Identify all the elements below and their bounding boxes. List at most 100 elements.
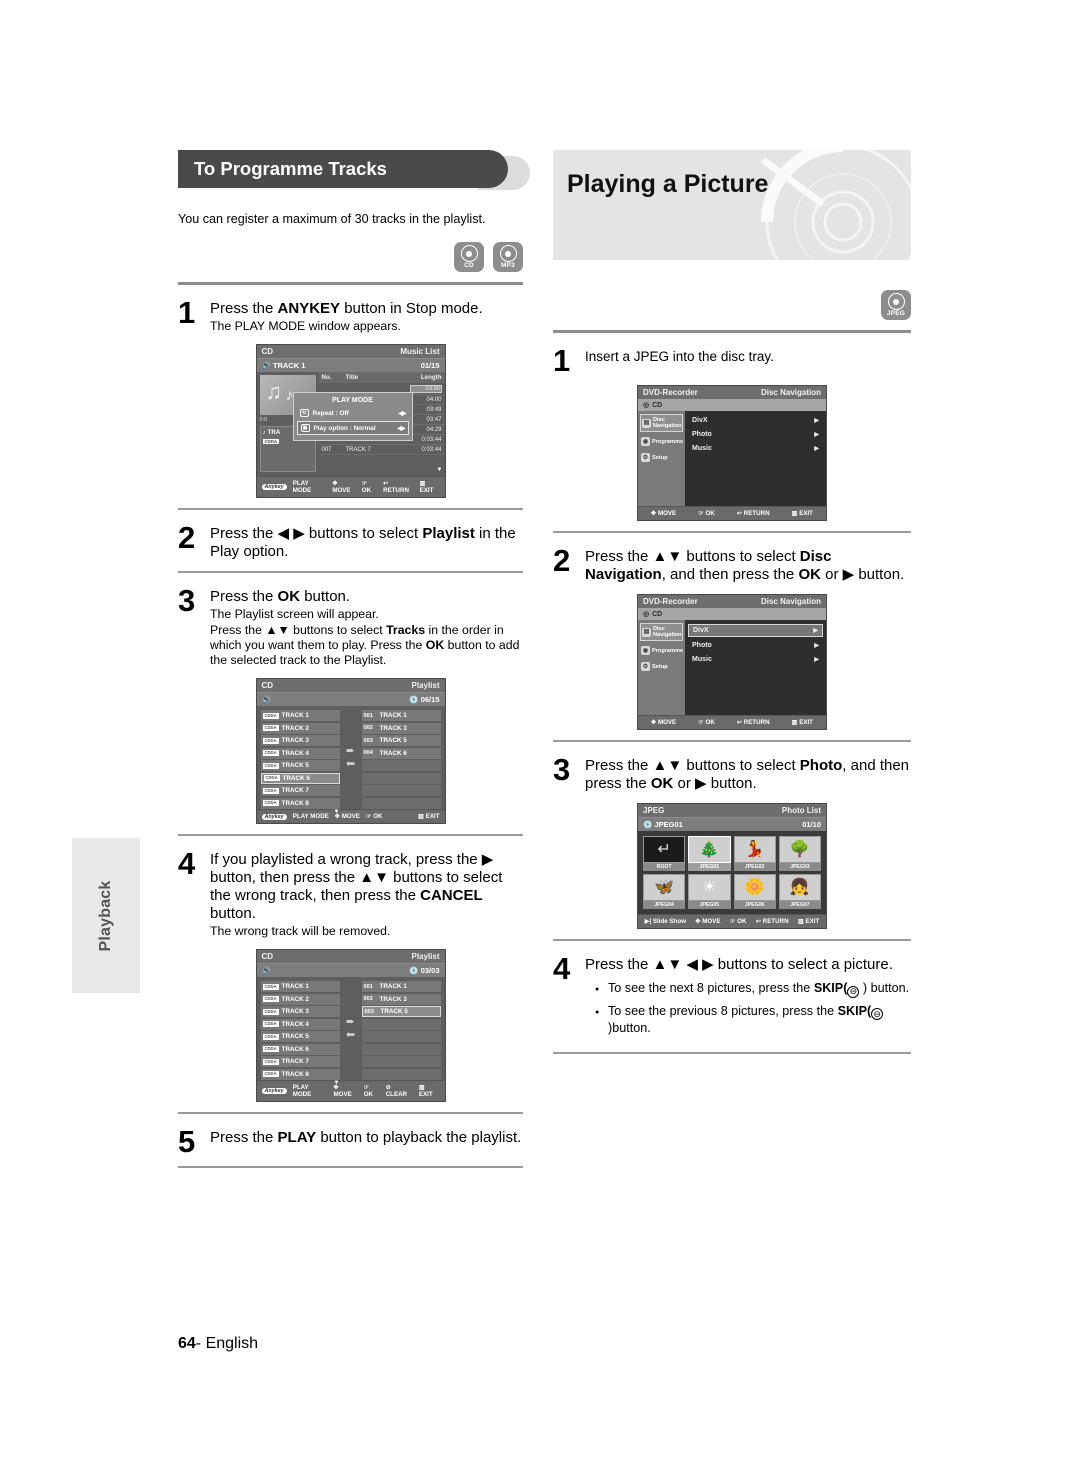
osd-title-left: DVD-Recorder	[643, 388, 698, 397]
playlist-item[interactable]: 001 TRACK 1	[361, 981, 441, 993]
format-tag: CDDA	[263, 775, 280, 782]
playlist-item[interactable]: 003 TRACK 5	[361, 1006, 441, 1018]
nav-main-item[interactable]: Music ▶	[688, 654, 823, 665]
playlist-item[interactable]	[361, 785, 441, 797]
photo-thumbnail[interactable]: 🌼 JPEG06	[733, 874, 776, 909]
format-tag: CDDA	[262, 996, 279, 1003]
step-5-main: Press the PLAY button to playback the pl…	[210, 1129, 522, 1147]
playlist-item[interactable]: 004 TRACK 6	[361, 747, 441, 759]
photo-thumbnail[interactable]: 🌳 JPEG03	[778, 836, 821, 871]
nav-main-item[interactable]: Photo ▶	[688, 429, 823, 440]
nav-side-spacer	[640, 467, 683, 478]
playlist-track-list: 001 TRACK 1 002 TRACK 3 003 TRACK 5	[361, 981, 441, 1080]
track-item[interactable]: CDDA TRACK 2	[260, 993, 340, 1005]
skip-back-icon: ⊖	[871, 1008, 884, 1020]
nav-side-item[interactable]: ▤ Disc Navigation	[640, 414, 683, 432]
footer-return: ↩ RETURN	[755, 918, 789, 925]
playlist-item[interactable]	[361, 1056, 441, 1068]
bullet-previous-pictures: To see the previous 8 pictures, press th…	[595, 1003, 911, 1038]
track-name: TRACK 3	[281, 1008, 309, 1016]
arrow-right-icon[interactable]: ➨	[346, 1017, 355, 1028]
playlist-item[interactable]	[361, 772, 441, 784]
step-number: 5	[178, 1124, 195, 1160]
divider	[553, 939, 911, 941]
photo-thumbnail[interactable]: ☀ JPEG05	[688, 874, 731, 909]
nav-item-label: Disc Navigation	[653, 417, 682, 429]
disc-glyph	[499, 245, 517, 263]
anykey-badge: Anykey	[261, 484, 287, 491]
nav-main-label: Photo	[692, 431, 712, 438]
nav-item-label: Setup	[652, 663, 668, 670]
playlist-item[interactable]: 003 TRACK 5	[361, 735, 441, 747]
playlist-item[interactable]: 002 TRACK 3	[361, 993, 441, 1005]
nav-main-item[interactable]: Photo ▶	[688, 640, 823, 651]
anykey-badge: Anykey	[261, 813, 287, 820]
playlist-item[interactable]	[361, 1068, 441, 1080]
photo-thumbnail[interactable]: 💃 JPEG02	[733, 836, 776, 871]
photo-caption: ROOT	[643, 863, 686, 871]
track-no: 007	[321, 446, 332, 453]
track-item[interactable]: CDDA TRACK 4	[260, 747, 340, 759]
playlist-item[interactable]	[361, 797, 441, 809]
nav-main-item[interactable]: DivX ▶	[688, 415, 823, 426]
nav-main-label: DivX	[693, 627, 709, 634]
track-item[interactable]: CDDA TRACK 1	[260, 710, 340, 722]
track-item[interactable]: CDDA TRACK 2	[260, 722, 340, 734]
track-item[interactable]: CDDA TRACK 6	[260, 772, 340, 784]
track-item[interactable]: CDDA TRACK 3	[260, 1006, 340, 1018]
playlist-item[interactable]	[361, 1043, 441, 1055]
step-5: 5 Press the PLAY button to playback the …	[178, 1124, 523, 1160]
track-title: TRACK 7	[345, 446, 371, 453]
play-mode-playoption-row[interactable]: ▣ Play option : Normal ◀▶	[296, 421, 409, 436]
nav-main-item[interactable]: DivX ▶	[688, 624, 823, 637]
source-track-list: CDDA TRACK 1 CDDA TRACK 2 CDDA TRACK 3 CDDA TRA…	[260, 981, 340, 1086]
step-3: 3 Press the OK button. The Playlist scre…	[178, 585, 523, 668]
playlist-item[interactable]: 002 TRACK 3	[361, 722, 441, 734]
playlist-item[interactable]	[361, 760, 441, 772]
playlist-item[interactable]	[361, 1018, 441, 1030]
track-item[interactable]: CDDA TRACK 1	[260, 981, 340, 993]
track-item[interactable]: CDDA TRACK 7	[260, 785, 340, 797]
nav-side-item[interactable]: ⚙ Setup	[640, 660, 683, 673]
nav-main-item[interactable]: Music ▶	[688, 443, 823, 454]
playlist-item[interactable]	[361, 1031, 441, 1043]
nav-main-label: Music	[692, 656, 712, 663]
track-item[interactable]: CDDA TRACK 7	[260, 1056, 340, 1068]
nav-side-item[interactable]: ◉ Programme	[640, 644, 683, 657]
arrow-left-icon[interactable]: ⬅	[346, 1030, 355, 1041]
section-tab-label: Playback	[97, 880, 114, 951]
osd-playlist-1: CD Playlist 🔊 💿 06/15 CDDA TRACK 1 CDDA TRA…	[255, 678, 446, 825]
arrow-left-icon[interactable]: ⬅	[346, 759, 355, 770]
track-item[interactable]: CDDA TRACK 8	[260, 797, 340, 809]
photo-thumbnail[interactable]: 🦋 JPEG04	[643, 874, 686, 909]
footer-move: ✥ MOVE	[695, 918, 721, 925]
format-tag: CDDA	[262, 712, 279, 719]
photo-thumbnail[interactable]: ↵ ROOT	[643, 836, 686, 871]
play-mode-repeat-row[interactable]: ⟲ Repeat : Off ◀▶	[297, 407, 409, 419]
transfer-controls: ➨ ⬅	[343, 981, 359, 1076]
footer-clear: ⊘ CLEAR	[385, 1084, 408, 1099]
osd-sub-right: 💿 03/03	[409, 966, 440, 976]
osd-sub-left: 🔊 TRACK 1	[261, 361, 306, 371]
arrow-right-icon[interactable]: ➨	[346, 746, 355, 757]
scroll-down-arrow[interactable]: ▼	[437, 467, 443, 473]
nav-side-item[interactable]: ⚙ Setup	[640, 451, 683, 464]
playlist-item[interactable]: 001 TRACK 1	[361, 710, 441, 722]
track-item[interactable]: CDDA TRACK 8	[260, 1068, 340, 1080]
track-item[interactable]: CDDA TRACK 5	[260, 760, 340, 772]
nav-side-item[interactable]: ◉ Programme	[640, 435, 683, 448]
track-item[interactable]: CDDA TRACK 5	[260, 1031, 340, 1043]
playlist-track-name: TRACK 5	[379, 737, 407, 745]
nav-side-item[interactable]: ▤ Disc Navigation	[640, 623, 683, 641]
transfer-controls: ➨ ⬅	[343, 710, 359, 805]
photo-thumbnail[interactable]: 🎄 JPEG01	[688, 836, 731, 871]
track-item[interactable]: CDDA TRACK 6	[260, 1043, 340, 1055]
track-name: TRACK 4	[281, 1020, 309, 1028]
track-name: TRACK 5	[281, 762, 309, 770]
track-item[interactable]: CDDA TRACK 4	[260, 1018, 340, 1030]
photo-thumbnail[interactable]: 👧 JPEG07	[778, 874, 821, 909]
footer-move: ✥ MOVE	[651, 719, 677, 726]
track-item[interactable]: CDDA TRACK 3	[260, 735, 340, 747]
track-row[interactable]: 007 TRACK 7 0:03:44	[318, 445, 445, 456]
osd-content: ▤ Disc Navigation ◉ Programme ⚙ Setup DivX ▶ Ph…	[638, 411, 826, 506]
